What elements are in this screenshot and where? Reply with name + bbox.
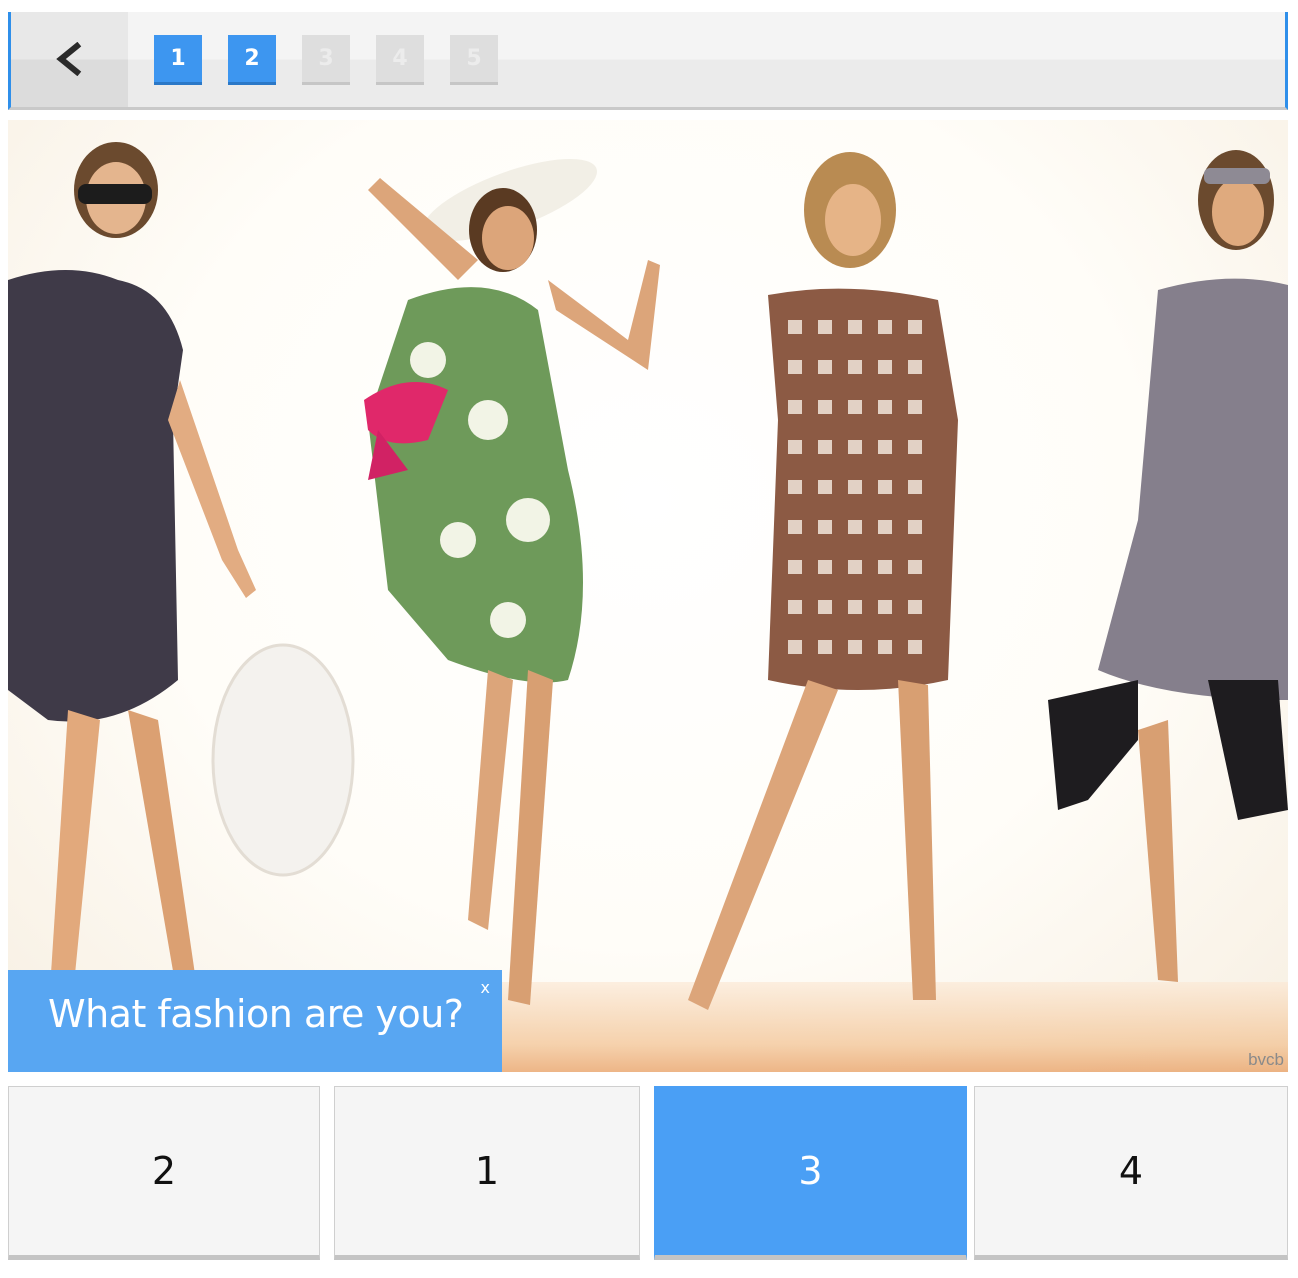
answer-option-2[interactable]: 1 — [334, 1086, 640, 1260]
answer-option-1[interactable]: 2 — [8, 1086, 320, 1260]
page-button-2[interactable]: 2 — [228, 35, 276, 85]
back-button[interactable] — [11, 12, 128, 107]
fashion-models-illustration — [8, 142, 1288, 1025]
answer-option-4[interactable]: 4 — [974, 1086, 1288, 1260]
model-3 — [688, 152, 958, 1010]
model-2 — [364, 158, 660, 1005]
page-button-5[interactable]: 5 — [450, 35, 498, 85]
model-4 — [1048, 150, 1288, 982]
caption-close-button[interactable]: x — [481, 978, 490, 997]
photo-credit: bvcb — [1248, 1050, 1284, 1069]
page-button-1[interactable]: 1 — [154, 35, 202, 85]
page-button-4[interactable]: 4 — [376, 35, 424, 85]
chevron-left-icon — [56, 42, 82, 76]
answer-option-3[interactable]: 3 — [654, 1086, 967, 1260]
question-text: What fashion are you? — [48, 992, 464, 1036]
quiz-navigation-bar: 1 2 3 4 5 — [8, 12, 1288, 110]
question-image: bvcb — [8, 120, 1288, 1072]
page-button-3[interactable]: 3 — [302, 35, 350, 85]
question-caption: What fashion are you? x — [8, 970, 502, 1072]
model-1 — [8, 142, 355, 1025]
